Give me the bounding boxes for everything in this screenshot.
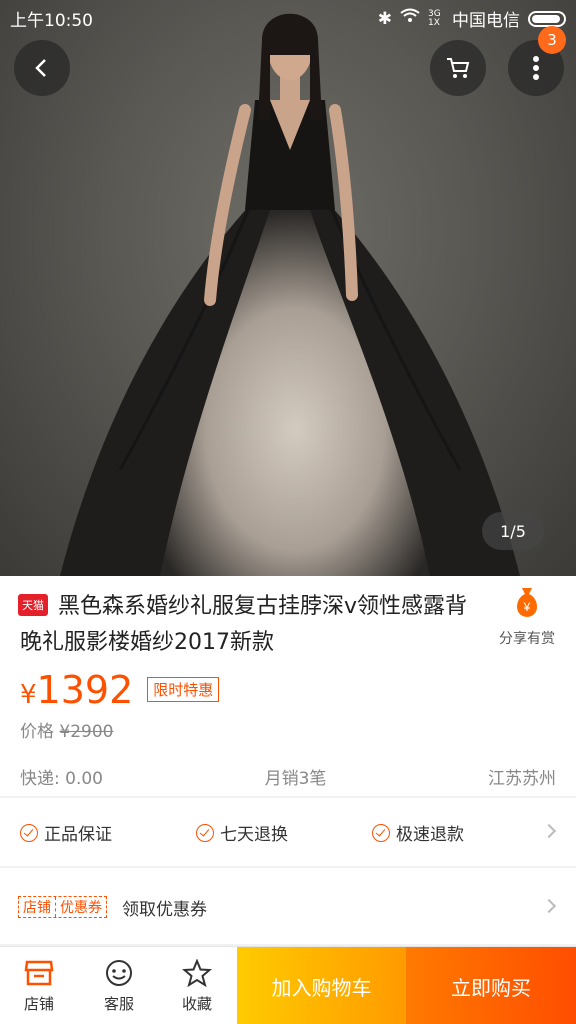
buy-now-button[interactable]: 立即购买 [406,947,576,1024]
guarantee-label: 正品保证 [44,825,112,845]
status-time: 上午10:50 [10,11,93,31]
cart-icon [447,58,470,78]
chevron-left-icon [35,59,46,77]
battery-icon [528,10,566,27]
shipping-fee: 快递: 0.00 [20,769,103,789]
image-pager: 1/5 [482,512,544,550]
store-tab[interactable]: 店铺 [0,947,78,1024]
product-detail-screen: 上午10:50 ✱ 3G 1X 中国电信 3 1/5 天猫 黑色森系婚纱礼服复古… [0,0,576,1024]
star-icon [182,958,212,987]
store-tab-label: 店铺 [23,994,54,1013]
status-indicators: ✱ 3G 1X 中国电信 [378,6,566,31]
store-icon [24,960,54,985]
guarantee-label: 七天退换 [220,825,288,845]
service-guarantees[interactable]: 正品保证 七天退换 极速退款 [0,798,576,866]
coupon-tag-store: 店铺 [23,900,51,916]
product-meta: 快递: 0.00 月销3笔 江苏苏州 [20,764,556,789]
price-value: 1392 [36,668,134,712]
add-to-cart-button[interactable]: 加入购物车 [237,947,406,1024]
wifi-icon [400,8,420,29]
check-circle-icon [20,823,38,842]
original-price-value: ¥2900 [59,722,114,742]
carrier-name: 中国电信 [452,11,520,31]
money-bag-icon: ¥ [517,588,537,617]
coupon-tag-coupon: 优惠券 [55,897,106,917]
check-circle-icon [372,823,390,842]
chevron-right-icon [541,823,557,839]
smiley-chat-icon [106,959,132,986]
bottom-action-bar: 店铺 客服 收藏 加入购物车 立即购买 [0,946,576,1024]
original-price-label: 价格 [20,722,54,742]
share-reward-label: 分享有赏 [499,631,555,647]
ship-from-location: 江苏苏州 [488,769,556,789]
favorite-tab[interactable]: 收藏 [158,947,236,1024]
more-button[interactable]: 3 [508,26,566,96]
money-bag-symbol: ¥ [523,600,531,614]
dress-illustration [60,13,520,576]
customer-service-tab[interactable]: 客服 [80,947,158,1024]
check-circle-icon [196,823,214,842]
share-reward-button[interactable]: ¥ 分享有赏 [488,586,566,648]
guarantee-label: 极速退款 [396,825,464,845]
original-price: 价格 ¥2900 [20,717,114,742]
guarantee-fast-refund: 极速退款 [372,820,464,845]
more-vertical-icon [533,56,539,80]
message-badge: 3 [538,26,566,54]
price-row: ¥1392 限时特惠 [20,668,220,712]
coupon-row[interactable]: 店铺 优惠券 领取优惠券 [0,868,576,944]
signal-label: 3G 1X [428,8,441,28]
chevron-right-icon [541,898,557,914]
product-image[interactable] [0,0,576,576]
monthly-sales: 月销3笔 [264,769,327,789]
favorite-label: 收藏 [181,994,212,1013]
guarantee-authentic: 正品保证 [20,820,112,845]
bluetooth-icon: ✱ [377,8,392,29]
customer-service-label: 客服 [103,994,134,1013]
promo-badge: 限时特惠 [147,677,220,702]
product-info: 天猫 黑色森系婚纱礼服复古挂脖深v领性感露背晚礼服影楼婚纱2017新款 ¥ 分享… [0,576,576,796]
cart-button[interactable] [430,40,486,96]
product-title: 黑色森系婚纱礼服复古挂脖深v领性感露背晚礼服影楼婚纱2017新款 [20,594,468,655]
currency-symbol: ¥ [20,680,37,710]
get-coupon-label: 领取优惠券 [122,900,207,920]
back-button[interactable] [14,40,70,96]
status-bar: 上午10:50 ✱ 3G 1X 中国电信 [0,0,576,34]
store-coupon-tag: 店铺 优惠券 [18,896,107,918]
guarantee-seven-day-return: 七天退换 [196,820,288,845]
current-price: ¥1392 [20,668,133,712]
